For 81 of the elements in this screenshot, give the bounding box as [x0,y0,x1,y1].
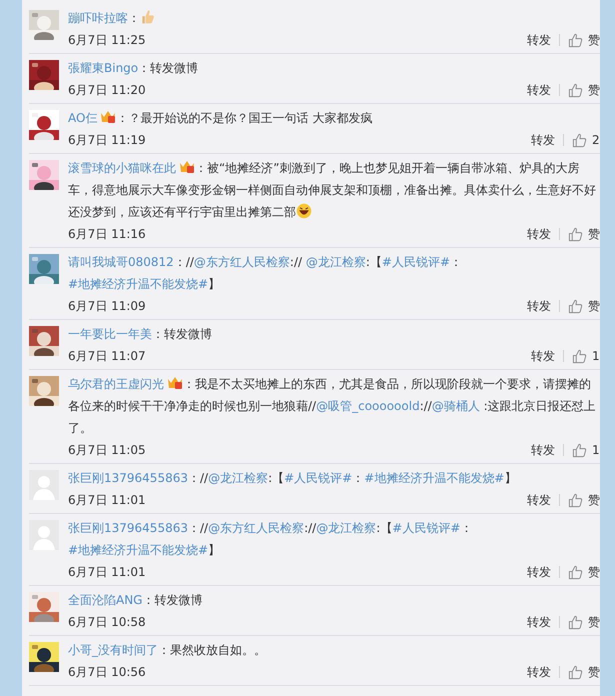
mention-link[interactable]: #人民锐评# [382,255,450,269]
mention-link[interactable]: @龙江检察 [316,521,376,535]
repost-link[interactable]: 转发 [527,226,551,242]
repost-link[interactable]: 转发 [531,442,555,458]
mention-link[interactable]: #地摊经济升温不能发烧# [68,543,208,557]
like-button[interactable]: 赞 [568,664,600,680]
user-link[interactable]: 乌尔君的王虚闪光 [68,377,164,391]
repost-link[interactable]: 转发 [531,132,555,148]
like-button[interactable]: 2 [572,132,600,148]
mention-link[interactable]: @吸管_coooooold [316,399,420,413]
user-link[interactable]: 张巨刚13796455863 [68,471,188,485]
timestamp: 6月7日 10:58 [68,614,146,630]
timestamp: 6月7日 11:01 [68,564,146,580]
thumbs-up-icon [140,9,156,25]
user-link[interactable]: 小哥_没有时间了 [68,643,158,657]
user-link[interactable]: 張耀東Bingo [68,61,138,75]
repost-link[interactable]: 转发 [527,298,551,314]
comment-text: 张巨刚13796455863：//@东方红人民检察://@龙江检察:【#人民锐评#： #地摊经济升温不能发烧#】 [68,520,474,559]
thumbs-up-icon [568,226,583,242]
timestamp: 6月7日 11:01 [68,492,146,508]
comment-text: 张巨刚13796455863：//@龙江检察:【#人民锐评#：#地摊经济升温不能发烧#】 [68,470,518,487]
repost-link[interactable]: 转发 [527,564,551,580]
timestamp: 6月7日 10:56 [68,664,146,680]
mention-link[interactable]: #地摊经济升温不能发烧# [364,471,504,485]
user-link[interactable]: 滚雪球的小猫咪在此 [68,161,176,175]
like-button[interactable]: 1 [572,348,600,364]
mention-link[interactable]: #地摊经济升温不能发烧# [68,277,208,291]
timestamp: 6月7日 11:09 [68,298,146,314]
comment-text: 蹦吓咔拉喀： [68,7,600,29]
mention-link[interactable]: @东方红人民检察 [208,521,304,535]
timestamp: 6月7日 11:20 [68,82,146,98]
thumbs-up-icon [568,664,583,680]
user-link[interactable]: 一年要比一年美 [68,327,152,341]
user-link[interactable]: 张巨刚13796455863 [68,521,188,535]
repost-link[interactable]: 转发 [527,82,551,98]
repost-link[interactable]: 转发 [531,348,555,364]
comment-text: 全面沦陷ANG：转发微博 [68,592,204,609]
user-link[interactable]: 请叫我城哥080812 [68,255,174,269]
thumbs-up-icon [568,298,583,314]
thumbs-up-icon [572,348,587,364]
thumbs-up-icon [568,614,583,630]
mention-link[interactable]: @龙江检察 [208,471,268,485]
repost-link[interactable]: 转发 [527,492,551,508]
timestamp: 6月7日 11:07 [68,348,146,364]
repost-link[interactable]: 转发 [527,614,551,630]
comment-text: 一年要比一年美：转发微博 [68,326,213,343]
user-link[interactable]: 全面沦陷ANG [68,593,142,607]
thumbs-up-icon [572,442,587,458]
laughing-face-icon [296,203,312,219]
mention-link[interactable]: #人民锐评# [284,471,352,485]
timestamp: 6月7日 11:19 [68,132,146,148]
timestamp: 6月7日 11:05 [68,442,146,458]
like-button[interactable]: 赞 [568,614,600,630]
like-button[interactable]: 赞 [568,226,600,242]
mention-link[interactable]: @骑桶人 [432,399,480,413]
mention-link[interactable]: @东方红人民检察 [194,255,290,269]
like-button[interactable]: 赞 [568,298,600,314]
thumbs-up-icon [568,492,583,508]
comment-text: 乌尔君的王虚闪光 ：我是不太买地摊上的东西，尤其是食品，所以现阶段就一个要求，请摆摊的各位来的时候干干净净走的时候也别一地狼藉//@吸管_coooooold://@骑桶人 :这跟北京日报还怼上了。 [68,375,597,437]
like-button[interactable]: 赞 [568,564,600,580]
comment-text: 滚雪球的小猫咪在此 ：被“地摊经济”刺激到了，晚上也梦见姐开着一辆自带冰箱、炉具的大房车，得意地展示大车像变形金钢一样侧面自动伸展支架和顶棚，准备出摊。具体卖什么，生意好不好还没梦到，应该还有平行宇宙里出摊第二部 [68,159,597,221]
timestamp: 6月7日 11:16 [68,226,146,242]
like-button[interactable]: 赞 [568,82,600,98]
thumbs-up-icon [568,564,583,580]
like-button[interactable]: 1 [572,442,600,458]
comment-text: 请叫我城哥080812：//@东方红人民检察:// @龙江检察:【#人民锐评#： #地摊经济升温不能发烧#】 [68,254,464,293]
comment-text: 小哥_没有时间了：果然收放自如。。 [68,642,267,659]
mention-link[interactable]: @龙江检察 [306,255,366,269]
user-link[interactable]: 蹦吓咔拉喀 [68,11,128,25]
thumbs-up-icon [568,82,583,98]
repost-link[interactable]: 转发 [527,32,551,48]
mention-link[interactable]: #人民锐评# [392,521,460,535]
timestamp: 6月7日 11:25 [68,32,146,48]
like-button[interactable]: 赞 [568,492,600,508]
user-link[interactable]: AO仨 [68,111,98,125]
comment-text: AO仨 ：？最开始说的不是你？国王一句话 大家都发疯 [68,109,374,127]
thumbs-up-icon [568,32,583,48]
like-button[interactable]: 赞 [568,32,600,48]
thumbs-up-icon [572,132,587,148]
repost-link[interactable]: 转发 [527,664,551,680]
comment-text: 張耀東Bingo：转发微博 [68,60,200,77]
